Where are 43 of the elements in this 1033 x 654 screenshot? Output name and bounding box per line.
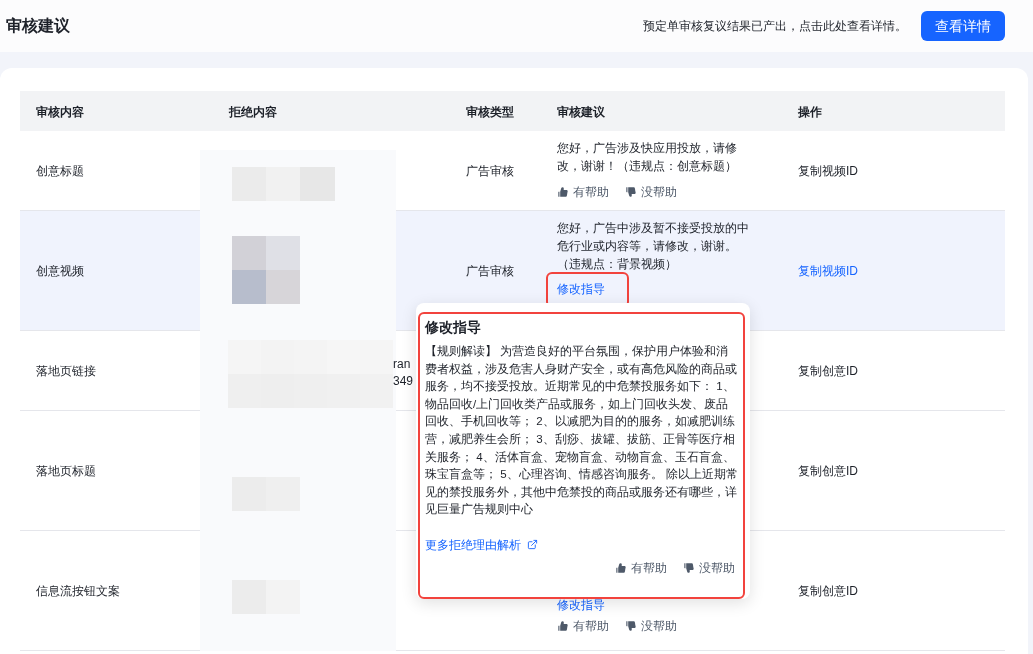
helpful-button[interactable]: 有帮助 — [615, 558, 667, 577]
review-type-text: 广告审核 — [466, 262, 514, 280]
content-type-text: 创意标题 — [36, 162, 84, 180]
thumbs-down-icon — [683, 561, 695, 574]
copy-id-link[interactable]: 复制视频ID — [798, 261, 858, 280]
thumbs-down-icon — [625, 186, 637, 198]
notice-text: 预定单审核复议结果已产出，点击此处查看详情。 — [643, 18, 907, 35]
thumbs-up-icon — [615, 561, 627, 574]
suggestion-text: 您好，广告涉及快应用投放，请修改，谢谢！（违规点：创意标题） — [557, 140, 738, 175]
rule-explanation-text: 【规则解读】 为营造良好的平台氛围，保护用户体验和消费者权益，涉及危害人身财产安全，或有高危风险的商品或服务，均不接受投放。近期常见的中危禁投服务如下： 1、物品回收/上门回收类产品或服务，如上门回收头发、废品回收、手机回收等； 2、以减肥为目的的服务，如减肥训练营，减肥养生会所； 3、刮痧、拔罐、拔筋、正骨等医疗相关服务； 4、活体盲盒、宠物盲盒、动物盲盒、玉石盲盒、珠宝盲盒等； 5、心理咨询、情感咨询服务。 除以上近期常见的禁投服务外，其他中危禁投的商品或服务还有哪些，详见巨量广告规则中心 — [425, 344, 738, 518]
content-type-text: 落地页标题 — [36, 462, 96, 480]
content-type-text: 创意视频 — [36, 262, 84, 280]
popover-title: 修改指导 — [425, 318, 482, 337]
view-details-button[interactable]: 查看详情 — [921, 11, 1005, 41]
not-helpful-button[interactable]: 没帮助 — [625, 183, 677, 201]
column-header: 拒绝内容 — [229, 105, 277, 119]
external-link-icon — [527, 539, 538, 551]
helpful-button[interactable]: 有帮助 — [557, 183, 609, 201]
guide-link[interactable]: 修改指导 — [557, 282, 605, 296]
content-type-text: 信息流按钮文案 — [36, 582, 120, 600]
column-header: 审核内容 — [36, 105, 84, 119]
thumbs-down-icon — [625, 620, 637, 632]
not-helpful-button[interactable]: 没帮助 — [625, 617, 677, 635]
rejected-text: ran — [393, 356, 412, 373]
suggestion-text: 您好，广告中涉及暂不接受投放的中危行业或内容等，请修改，谢谢。（违规点：背景视频） — [557, 220, 749, 273]
rejected-text: 349 — [393, 373, 414, 390]
column-header: 审核建议 — [557, 105, 605, 119]
thumbs-up-icon — [557, 620, 569, 632]
helpful-button[interactable]: 有帮助 — [557, 617, 609, 635]
column-header: 操作 — [798, 105, 822, 119]
thumbs-up-icon — [557, 186, 569, 198]
copy-id-link[interactable]: 复制视频ID — [798, 161, 858, 180]
guide-link[interactable]: 修改指导 — [557, 598, 605, 612]
content-type-text: 落地页链接 — [36, 362, 96, 380]
page-title: 审核建议 — [6, 16, 70, 36]
more-reasons-link[interactable]: 更多拒绝理由解析 — [425, 535, 538, 554]
copy-id-link[interactable]: 复制创意ID — [798, 581, 858, 600]
not-helpful-button[interactable]: 没帮助 — [683, 558, 735, 577]
copy-id-link[interactable]: 复制创意ID — [798, 361, 858, 380]
copy-id-link[interactable]: 复制创意ID — [798, 461, 858, 480]
column-header: 审核类型 — [466, 105, 514, 119]
review-type-text: 广告审核 — [466, 162, 514, 180]
pixelated-image-drawing — [232, 236, 300, 304]
